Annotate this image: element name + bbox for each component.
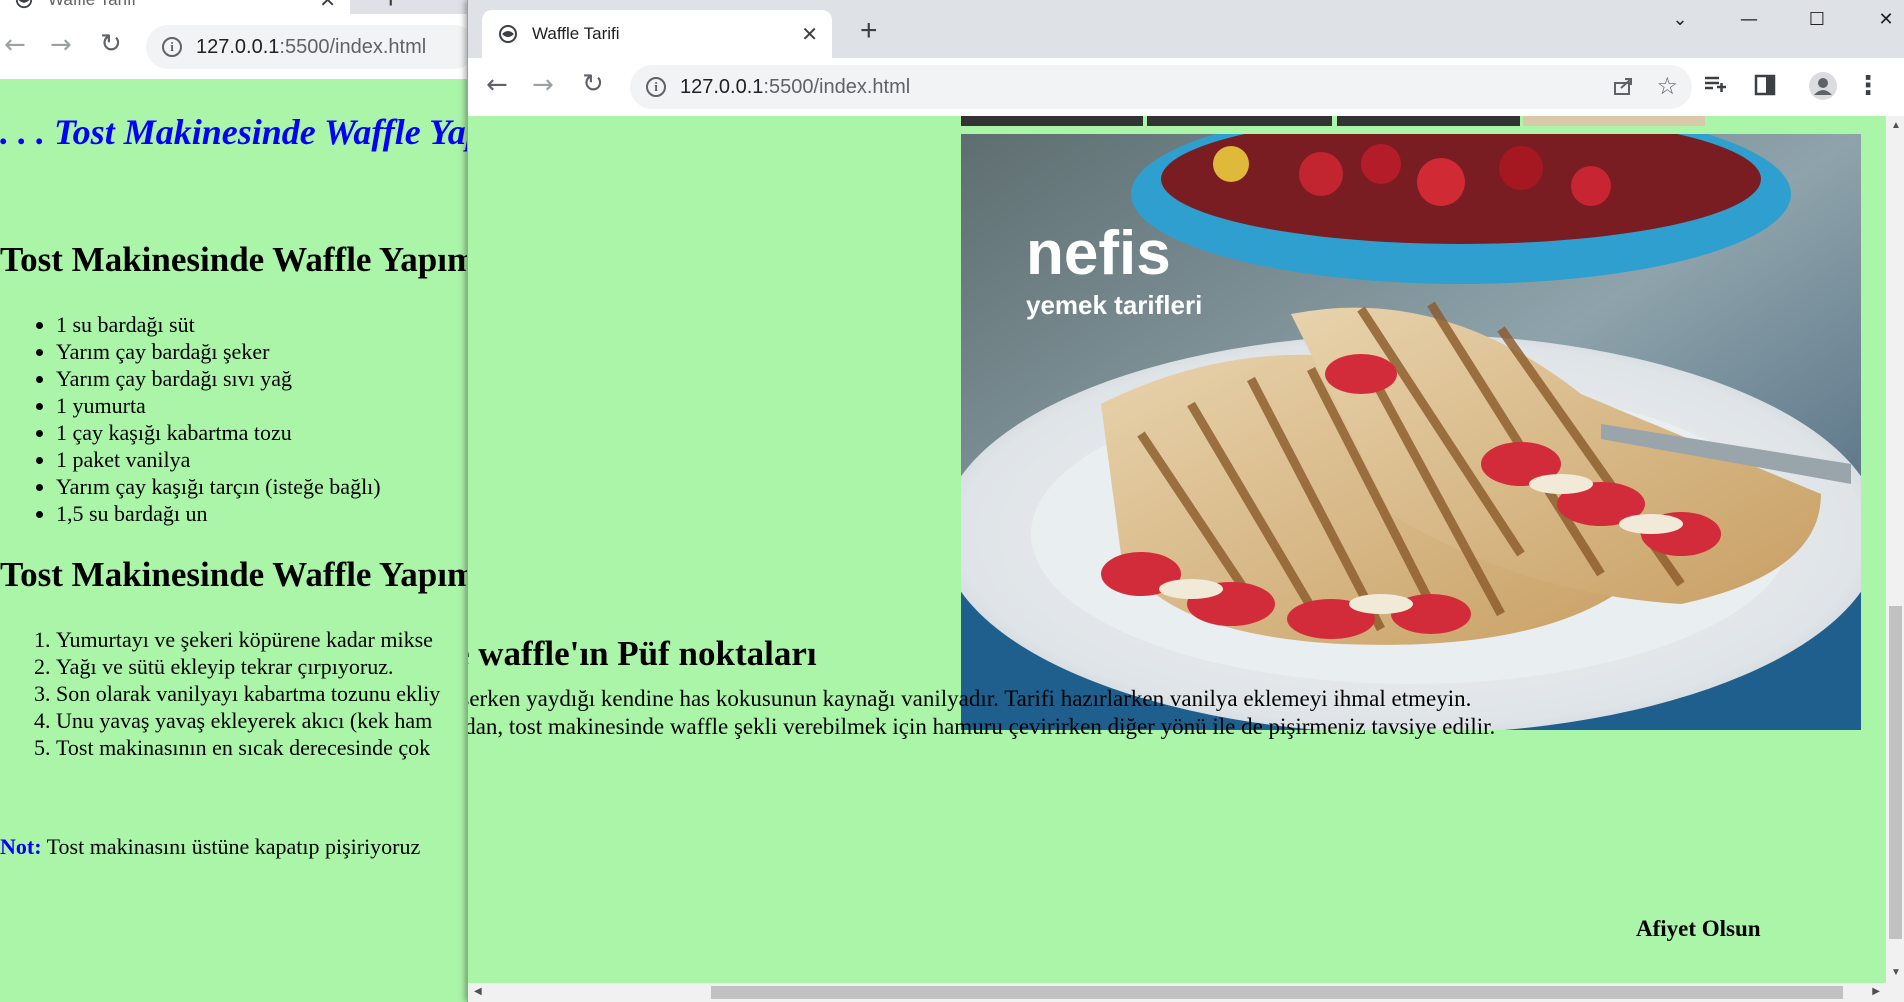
- reload-icon[interactable]: ↻: [100, 29, 122, 59]
- list-item: Yarım çay kaşığı tarçın (isteğe bağlı): [56, 473, 381, 500]
- reading-list-icon[interactable]: [1702, 72, 1728, 103]
- side-panel-icon[interactable]: [1754, 74, 1776, 101]
- back-page-content: . . . Tost Makinesinde Waffle Yap Tost M…: [0, 79, 470, 1002]
- list-item: Yağı ve sütü ekleyip tekrar çırpıyoruz.: [56, 653, 440, 680]
- front-tabstrip: Waffle Tarifi ✕ + ⌄ — ☐ ✕: [468, 0, 1904, 58]
- list-item: 1 yumurta: [56, 392, 381, 419]
- list-item: 1 su bardağı süt: [56, 311, 381, 338]
- scrollbar-thumb[interactable]: [711, 986, 1843, 999]
- info-icon: i: [162, 37, 182, 57]
- ingredients-title: Tost Makinesinde Waffle Yapım: [0, 240, 470, 279]
- back-tabstrip: Waffle Tarifi ✕ +: [0, 0, 470, 15]
- globe-icon: [498, 24, 518, 44]
- url-host: 127.0.0.1: [196, 35, 280, 58]
- steps-list: Yumurtayı ve şekeri köpürene kadar mikse…: [0, 626, 440, 761]
- back-arrow-icon[interactable]: ←: [4, 30, 26, 60]
- info-icon: i: [646, 77, 666, 97]
- url-host: 127.0.0.1: [680, 75, 764, 98]
- scroll-down-arrow-icon[interactable]: ▼: [1891, 967, 1901, 978]
- list-item: 1 çay kaşığı kabartma tozu: [56, 419, 381, 446]
- scroll-right-arrow-icon[interactable]: ▶: [1872, 986, 1880, 997]
- scroll-up-arrow-icon[interactable]: ▲: [1891, 120, 1901, 131]
- back-tab-title: Waffle Tarifi: [48, 0, 136, 10]
- minimize-icon[interactable]: —: [1718, 0, 1780, 38]
- menu-kebab-icon[interactable]: ⋮: [1855, 71, 1881, 101]
- url-path: :5500/index.html: [279, 35, 427, 58]
- globe-icon: [14, 0, 34, 10]
- reload-icon[interactable]: ↻: [582, 69, 604, 99]
- scrollbar-thumb[interactable]: [1889, 606, 1902, 939]
- waffle-photo: nefis yemek tarifleri: [961, 134, 1861, 730]
- list-item: Yumurtayı ve şekeri köpürene kadar mikse: [56, 626, 440, 653]
- close-icon[interactable]: ✕: [801, 22, 818, 47]
- list-item: Tost makinasının en sıcak derecesinde ço…: [56, 734, 440, 761]
- ingredients-list: 1 su bardağı süt Yarım çay bardağı şeker…: [0, 311, 381, 527]
- forward-arrow-icon[interactable]: →: [532, 70, 554, 100]
- closing-text: Afiyet Olsun: [1636, 916, 1761, 941]
- close-window-icon[interactable]: ✕: [1855, 0, 1904, 38]
- front-page-content: nefis yemek tarifleri e waffle'ın Püf no…: [468, 116, 1904, 1002]
- back-arrow-icon[interactable]: ←: [486, 70, 508, 100]
- back-address-bar[interactable]: i 127.0.0.1:5500/index.html: [146, 25, 470, 69]
- list-item: Unu yavaş yavaş ekleyerek akıcı (kek ham: [56, 707, 440, 734]
- tab-search-icon[interactable]: ⌄: [1649, 0, 1711, 38]
- note-paragraph: Not: Tost makinasını üstüne kapatıp pişi…: [0, 834, 420, 860]
- scroll-left-arrow-icon[interactable]: ◀: [474, 986, 482, 997]
- back-toolbar: ← → ↻ i 127.0.0.1:5500/index.html: [0, 14, 470, 79]
- note-text: Tost makinasını üstüne kapatıp pişiriyor…: [41, 834, 421, 859]
- list-item: Yarım çay bardağı şeker: [56, 338, 381, 365]
- new-tab-icon[interactable]: +: [860, 14, 878, 48]
- back-browser-window: Waffle Tarifi ✕ + ← → ↻ i 127.0.0.1:5500…: [0, 0, 470, 1002]
- list-item: 1,5 su bardağı un: [56, 500, 381, 527]
- maximize-icon[interactable]: ☐: [1786, 0, 1848, 38]
- forward-arrow-icon[interactable]: →: [50, 30, 72, 60]
- share-icon[interactable]: [1612, 75, 1634, 103]
- note-label: Not:: [0, 834, 42, 859]
- gallery-strip: [961, 116, 1143, 126]
- close-icon[interactable]: ✕: [319, 0, 336, 13]
- page-heading: . . . Tost Makinesinde Waffle Yap: [0, 112, 470, 152]
- list-item: Yarım çay bardağı sıvı yağ: [56, 365, 381, 392]
- gallery-strip: [1147, 116, 1332, 126]
- front-toolbar: ← → ↻ i 127.0.0.1:5500/index.html ☆ ⋮: [468, 58, 1904, 116]
- gallery-strip: [1523, 116, 1705, 126]
- vertical-scrollbar[interactable]: ▲ ▼: [1886, 116, 1904, 1002]
- bookmark-star-icon[interactable]: ☆: [1656, 72, 1678, 100]
- front-tab-title: Waffle Tarifi: [532, 24, 620, 43]
- logo-main-text: nefis: [1026, 219, 1171, 288]
- profile-avatar-icon[interactable]: [1808, 71, 1838, 106]
- steps-title: Tost Makinesinde Waffle Yapım: [0, 555, 470, 594]
- tips-title: e waffle'ın Püf noktaları: [468, 634, 817, 673]
- front-address-bar[interactable]: i 127.0.0.1:5500/index.html ☆: [630, 65, 1692, 109]
- url-path: :5500/index.html: [763, 75, 911, 98]
- logo-sub-text: yemek tarifleri: [1026, 290, 1202, 320]
- front-tab[interactable]: Waffle Tarifi ✕: [482, 10, 832, 58]
- front-browser-window: Waffle Tarifi ✕ + ⌄ — ☐ ✕ ← → ↻ i 127.0.…: [467, 0, 1904, 1002]
- list-item: Son olarak vanilyayı kabartma tozunu ekl…: [56, 680, 440, 707]
- tip-paragraph-2: adan, tost makinesinde waffle şekli vere…: [468, 714, 1496, 739]
- back-tab[interactable]: Waffle Tarifi ✕: [0, 0, 350, 14]
- horizontal-scrollbar[interactable]: ◀ ▶: [468, 983, 1886, 1002]
- list-item: 1 paket vanilya: [56, 446, 381, 473]
- gallery-strip: [1337, 116, 1520, 126]
- tip-paragraph-1: işerken yaydığı kendine has kokusunun ka…: [468, 686, 1472, 711]
